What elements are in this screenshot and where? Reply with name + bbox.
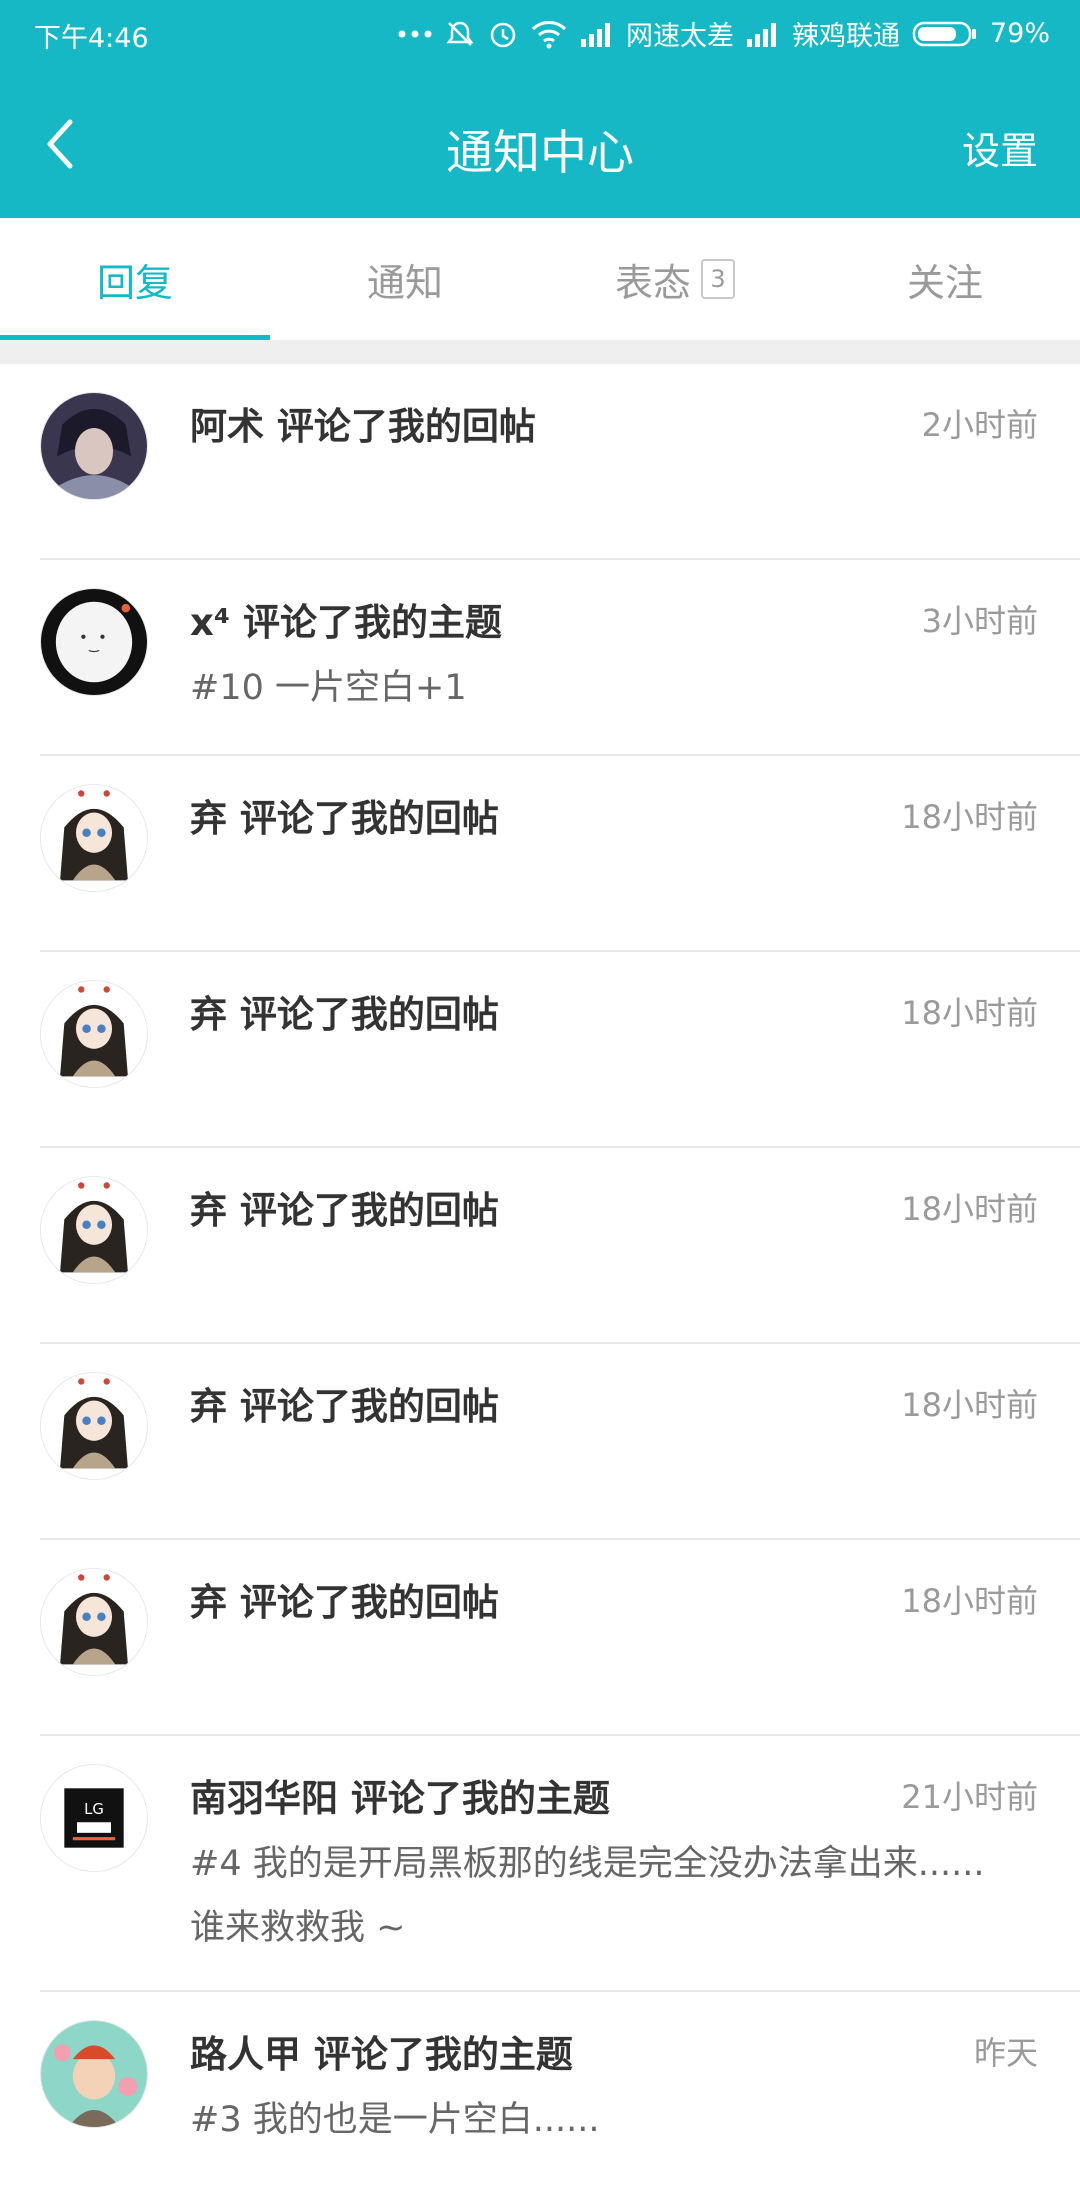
tab-replies[interactable]: 回复 <box>0 218 270 340</box>
avatar[interactable] <box>40 1372 148 1480</box>
tab-label: 关注 <box>906 260 983 305</box>
svg-text:LG: LG <box>84 1801 104 1818</box>
item-time: 18小时前 <box>901 1582 1038 1620</box>
list-item[interactable]: 弃 评论了我的回帖 18小时前 <box>0 756 1080 952</box>
status-icons: 网速太差 辣鸡联通 79% <box>398 14 1050 53</box>
item-title: 路人甲 评论了我的主题 <box>190 2033 573 2076</box>
item-time: 3小时前 <box>921 602 1038 640</box>
list-item[interactable]: 弃 评论了我的回帖 18小时前 <box>0 952 1080 1148</box>
list-item[interactable]: x⁴ 评论了我的主题 3小时前 #10 一片空白+1 <box>0 560 1080 756</box>
tab-bar: 回复 通知 表态 3 关注 <box>0 218 1080 340</box>
list-item[interactable]: 弃 评论了我的回帖 18小时前 <box>0 1148 1080 1344</box>
mute-bell-icon <box>444 18 476 50</box>
item-title: 南羽华阳 评论了我的主题 <box>190 1777 610 1820</box>
alarm-clock-icon <box>488 19 518 49</box>
battery-icon <box>912 21 978 47</box>
app-header: 下午4:46 网速太差 辣鸡联通 79% 通知中心 设置 <box>0 0 1080 218</box>
settings-button[interactable]: 设置 <box>962 120 1038 175</box>
avatar[interactable] <box>40 1568 148 1676</box>
item-title: x⁴ 评论了我的主题 <box>190 601 502 644</box>
tab-follows[interactable]: 关注 <box>810 218 1080 340</box>
nav-bar: 通知中心 设置 <box>0 64 1080 218</box>
status-bar: 下午4:46 网速太差 辣鸡联通 79% <box>0 0 1080 64</box>
list-item[interactable]: 弃 评论了我的回帖 18小时前 <box>0 1344 1080 1540</box>
item-time: 18小时前 <box>901 1190 1038 1228</box>
list-item[interactable]: 阿术 评论了我的回帖 2小时前 <box>0 364 1080 560</box>
list-item[interactable]: 路人甲 评论了我的主题 昨天 #3 我的也是一片空白...... <box>0 1992 1080 2188</box>
tab-label: 表态 <box>614 260 691 305</box>
item-preview: #3 我的也是一片空白...... <box>190 2100 600 2140</box>
tab-label: 通知 <box>366 260 443 305</box>
signal-bars-icon-2 <box>746 21 780 47</box>
tab-notices[interactable]: 通知 <box>270 218 540 340</box>
tab-reactions[interactable]: 表态 3 <box>540 218 810 340</box>
list-item[interactable]: LG 南羽华阳 评论了我的主题 21小时前 #4 我的是开局黑板那的线是完全没办… <box>0 1736 1080 1992</box>
signal-bars-icon <box>580 21 614 47</box>
network-status-text: 网速太差 <box>625 21 734 52</box>
item-title: 弃 评论了我的回帖 <box>190 993 499 1036</box>
carrier-name: 辣鸡联通 <box>791 21 900 52</box>
item-title: 弃 评论了我的回帖 <box>190 797 499 840</box>
item-time: 18小时前 <box>901 1386 1038 1424</box>
item-time: 21小时前 <box>901 1778 1038 1816</box>
avatar[interactable] <box>40 980 148 1088</box>
avatar[interactable] <box>40 392 148 500</box>
item-title: 弃 评论了我的回帖 <box>190 1581 499 1624</box>
avatar[interactable] <box>40 1176 148 1284</box>
item-time: 18小时前 <box>901 798 1038 836</box>
item-preview: #4 我的是开局黑板那的线是完全没办法拿出来...... 谁来救救我 ~ <box>190 1844 985 1948</box>
more-dots-icon <box>398 29 432 39</box>
item-time: 18小时前 <box>901 994 1038 1032</box>
item-time: 昨天 <box>973 2034 1038 2072</box>
item-title: 阿术 评论了我的回帖 <box>190 405 536 448</box>
battery-percent: 79% <box>989 18 1050 49</box>
item-preview: #10 一片空白+1 <box>190 668 467 708</box>
avatar[interactable]: LG <box>40 1764 148 1872</box>
section-gap <box>0 340 1080 364</box>
wifi-icon <box>530 19 568 49</box>
avatar[interactable] <box>40 784 148 892</box>
item-title: 弃 评论了我的回帖 <box>190 1189 499 1232</box>
list-item[interactable]: 弃 评论了我的回帖 18小时前 <box>0 1540 1080 1736</box>
page-title: 通知中心 <box>446 126 634 181</box>
tab-label: 回复 <box>96 260 173 305</box>
item-time: 2小时前 <box>921 406 1038 444</box>
status-time: 下午4:46 <box>34 23 149 54</box>
notification-list: 阿术 评论了我的回帖 2小时前 x⁴ 评论了我的主题 3小时前 #10 一片空白… <box>0 364 1080 2188</box>
count-badge: 3 <box>701 259 735 299</box>
avatar[interactable] <box>40 588 148 696</box>
avatar[interactable] <box>40 2020 148 2128</box>
item-title: 弃 评论了我的回帖 <box>190 1385 499 1428</box>
